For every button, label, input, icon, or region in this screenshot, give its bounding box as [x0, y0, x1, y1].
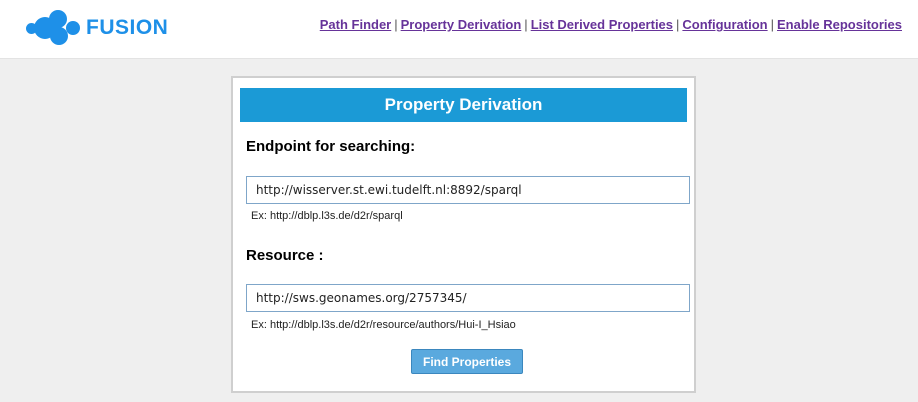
find-properties-button[interactable]: Find Properties — [411, 349, 523, 374]
resource-input[interactable] — [246, 284, 690, 312]
nav-separator: | — [676, 17, 680, 32]
nav-separator: | — [524, 17, 528, 32]
logo-dots-icon — [26, 10, 82, 46]
endpoint-label: Endpoint for searching: — [246, 138, 416, 155]
brand-name: FUSION — [86, 16, 169, 39]
top-nav: Path Finder | Property Derivation | List Der… — [320, 17, 902, 32]
nav-link-property-derivation[interactable]: Property Derivation — [401, 17, 522, 32]
nav-link-list-derived-properties[interactable]: List Derived Properties — [531, 17, 673, 32]
form-title: Property Derivation — [240, 88, 687, 122]
main-content: Property Derivation Endpoint for searchi… — [0, 59, 918, 402]
nav-link-configuration[interactable]: Configuration — [682, 17, 767, 32]
nav-separator: | — [770, 17, 775, 32]
property-derivation-form: Property Derivation Endpoint for searchi… — [231, 76, 696, 393]
resource-hint: Ex: http://dblp.l3s.de/d2r/resource/auth… — [251, 319, 516, 331]
endpoint-hint: Ex: http://dblp.l3s.de/d2r/sparql — [251, 210, 403, 222]
fusion-logo[interactable]: FUSION — [26, 10, 168, 46]
resource-label: Resource : — [246, 247, 324, 264]
endpoint-input[interactable] — [246, 176, 690, 204]
top-header: FUSION Path Finder | Property Derivation | L… — [0, 0, 918, 59]
nav-separator: | — [394, 17, 398, 32]
nav-link-enable-repositories[interactable]: Enable Repositories — [777, 17, 902, 32]
nav-link-path-finder[interactable]: Path Finder — [320, 17, 392, 32]
